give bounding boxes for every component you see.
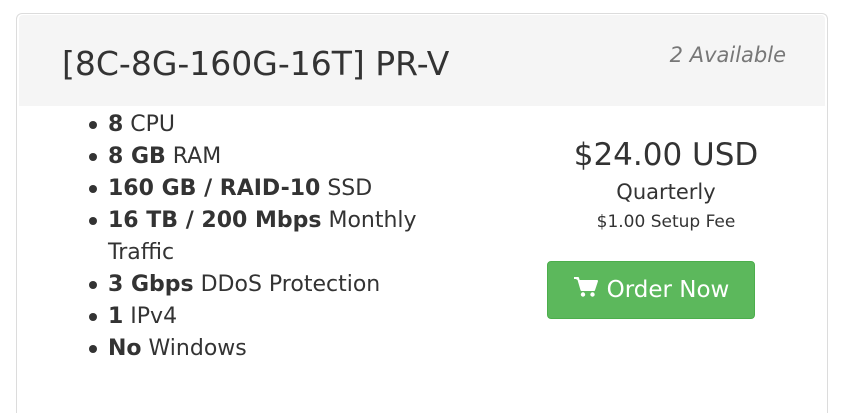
feature-value: 1 [108,304,124,329]
feature-value: 16 TB / 200 Mbps [108,208,322,233]
feature-value: 8 GB [108,144,166,169]
product-title: [8C-8G-160G-16T] PR-V [62,44,450,83]
feature-value: 3 Gbps [108,272,194,297]
feature-item: 160 GB / RAID-10 SSD [88,173,438,205]
feature-item: 3 Gbps DDoS Protection [88,269,438,301]
feature-label: DDoS Protection [193,272,381,297]
feature-item: 1 IPv4 [88,301,438,333]
feature-label: CPU [123,112,176,137]
pricing-block: $24.00 USD Quarterly $1.00 Setup Fee [538,134,794,236]
setup-fee: $1.00 Setup Fee [596,212,736,232]
order-now-label: Order Now [606,277,730,303]
feature-list: 8 CPU 8 GB RAM 160 GB / RAID-10 SSD 16 T… [88,109,438,365]
product-header: [8C-8G-160G-16T] PR-V 2 Available [19,15,825,106]
billing-cycle: Quarterly [616,180,716,204]
feature-label: RAM [165,144,222,169]
feature-label: Windows [141,336,247,361]
availability-label: 2 Available [669,43,786,67]
shopping-cart-icon [573,276,607,304]
feature-item: 8 CPU [88,109,438,141]
feature-item: 16 TB / 200 Mbps Monthly Traffic [88,205,438,269]
feature-label: IPv4 [123,304,178,329]
feature-item: No Windows [88,333,438,365]
feature-value: 8 [108,112,124,137]
order-now-button[interactable]: Order Now [547,261,755,319]
price: $24.00 USD [573,137,759,173]
feature-item: 8 GB RAM [88,141,438,173]
feature-value: No [108,336,142,361]
feature-label: SSD [320,176,373,201]
feature-value: 160 GB / RAID-10 [108,176,321,201]
